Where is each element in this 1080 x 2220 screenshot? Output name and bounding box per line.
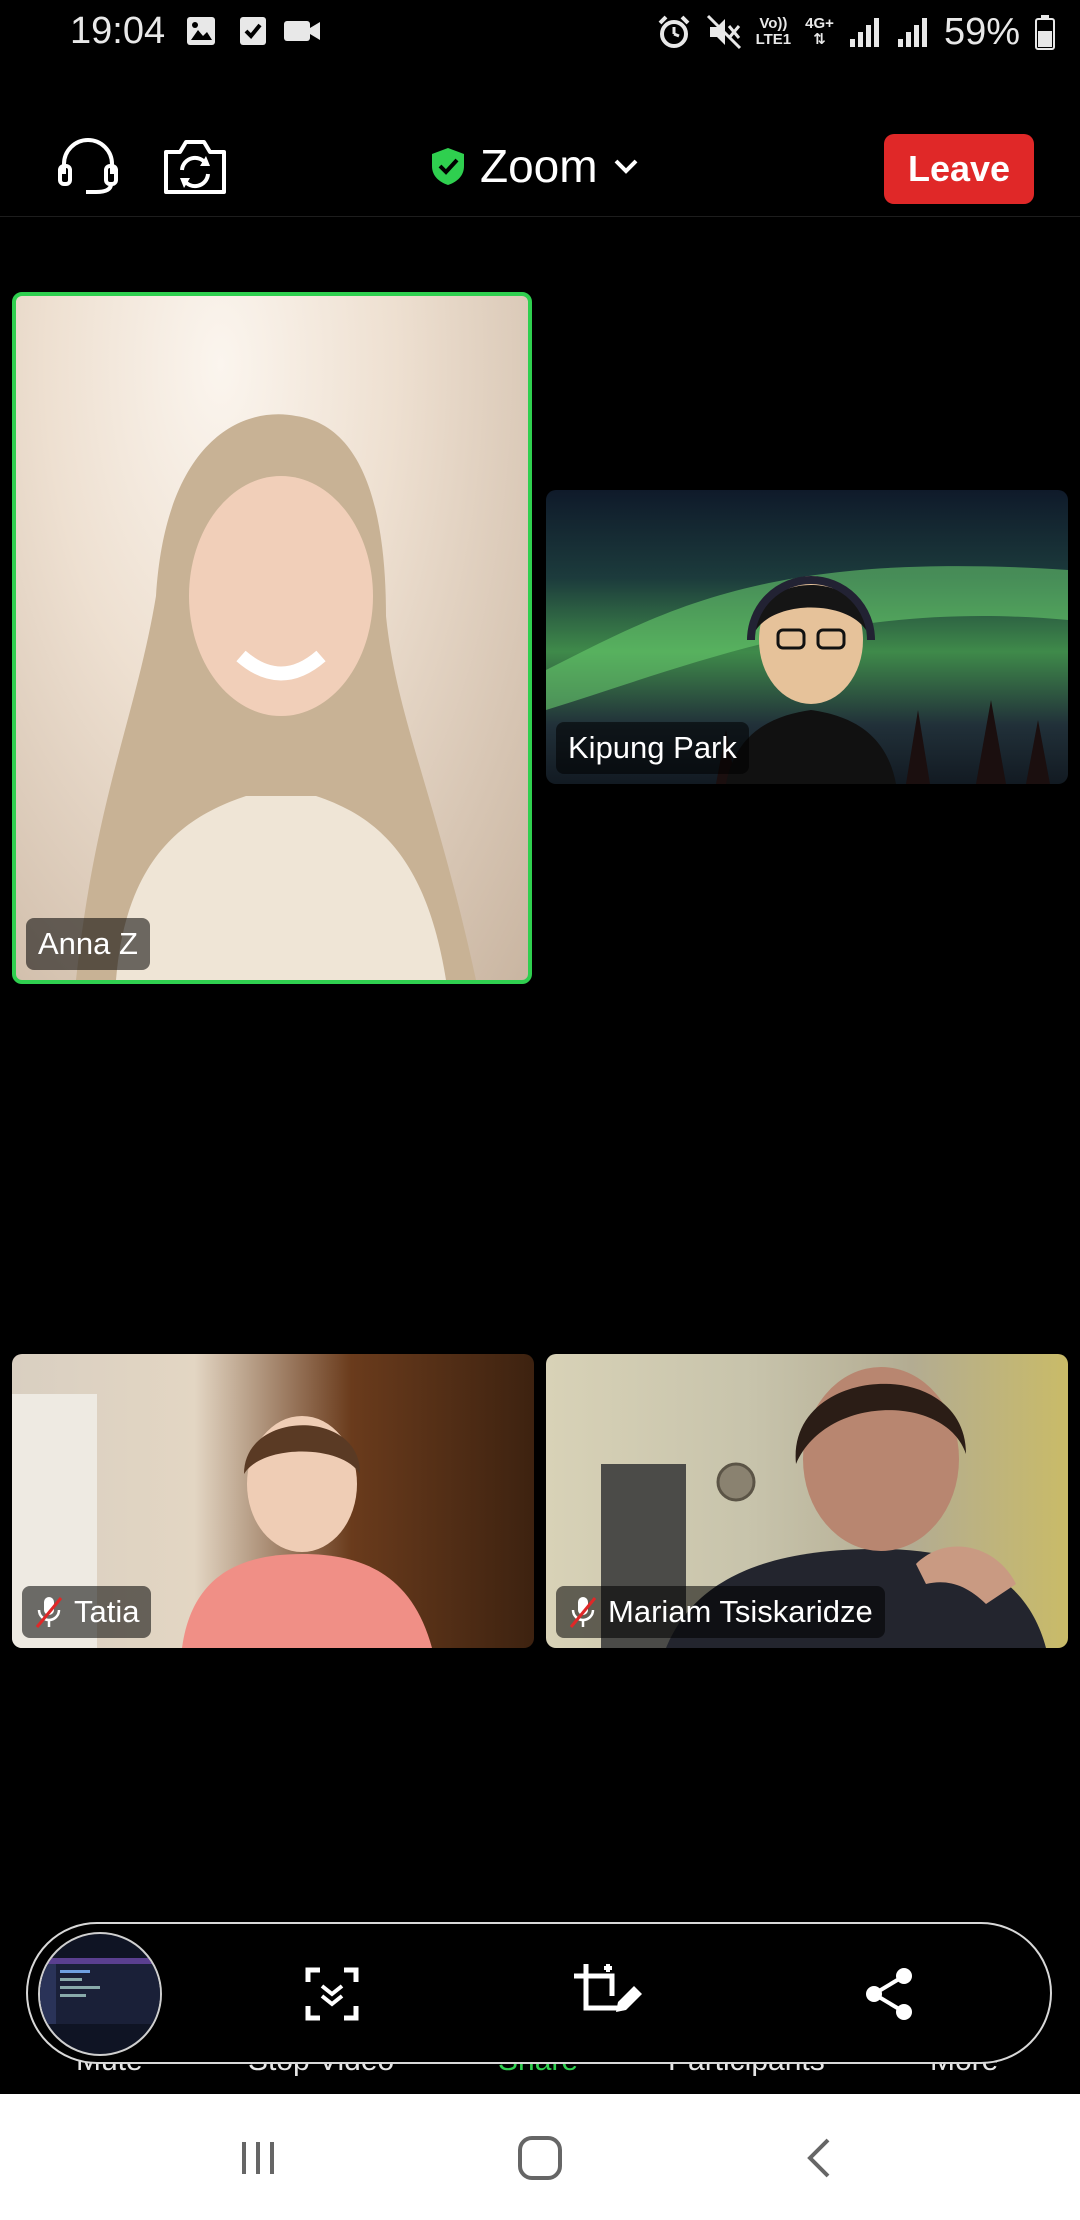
participant-video [76, 414, 476, 980]
capture-screen-button[interactable] [294, 1956, 370, 2032]
participant-name-tag: Mariam Tsiskaridze [556, 1586, 885, 1638]
home-button[interactable] [500, 2130, 580, 2186]
switch-camera-icon[interactable] [160, 134, 230, 198]
volte-label: Vo)) [759, 15, 788, 32]
video-notification-icon [284, 21, 320, 41]
meeting-title-dropdown[interactable]: Zoom [430, 140, 640, 192]
sound-muted-icon [706, 14, 741, 50]
signal-2-icon [897, 18, 927, 47]
audio-headset-icon[interactable] [56, 136, 120, 196]
meeting-top-bar: Zoom Leave [0, 110, 1080, 217]
chevron-down-icon [614, 159, 638, 174]
participant-name: Mariam Tsiskaridze [608, 1594, 873, 1629]
participant-name-tag: Kipung Park [556, 722, 749, 774]
status-time: 19:04 [70, 10, 166, 52]
system-navigation-bar [0, 2094, 1080, 2220]
video-tile-tatia[interactable]: Tatia [12, 1354, 534, 1648]
annotate-button[interactable] [570, 1956, 646, 2032]
network-type-indicator: 4G+ ⇅ [805, 16, 834, 48]
leave-button[interactable]: Leave [884, 134, 1034, 204]
mic-muted-icon [569, 1597, 597, 1628]
lte-label: LTE1 [755, 31, 792, 48]
video-tile-anna-z[interactable]: Anna Z [12, 292, 532, 984]
participant-name: Kipung Park [568, 730, 737, 765]
annotate-icon [574, 1964, 642, 2012]
data-arrows-icon: ⇅ [813, 31, 826, 48]
screen-share-controls [26, 1922, 1052, 2064]
signal-1-icon [849, 18, 879, 47]
gallery-notification-icon [187, 17, 215, 45]
alarm-icon [658, 15, 690, 48]
share-screen-link-button[interactable] [852, 1956, 928, 2032]
volte-indicator: Vo)) LTE1 [756, 16, 792, 48]
back-button[interactable] [780, 2130, 860, 2186]
recent-apps-button[interactable] [218, 2130, 298, 2186]
mic-muted-icon [35, 1597, 63, 1628]
participant-name: Anna Z [38, 926, 138, 961]
battery-percent: 59% [943, 10, 1020, 53]
status-bar: 19:04 Vo)) LTE1 4G+ ⇅ 59% [0, 0, 1080, 66]
back-chevron-icon [807, 2138, 830, 2178]
encryption-shield-icon [432, 148, 464, 185]
network-type-label: 4G+ [805, 15, 834, 32]
video-tile-mariam-tsiskaridze[interactable]: Mariam Tsiskaridze [546, 1354, 1068, 1648]
video-tile-kipung-park[interactable]: Kipung Park [546, 490, 1068, 784]
recent-apps-icon [242, 2142, 274, 2174]
meeting-title: Zoom [480, 140, 598, 192]
battery-icon [1035, 15, 1055, 50]
participant-name-tag: Tatia [22, 1586, 152, 1638]
screen-share-preview[interactable] [38, 1932, 162, 2056]
checkbox-notification-icon [240, 17, 266, 45]
capture-screen-icon [305, 1967, 359, 2021]
share-icon [866, 1968, 912, 2020]
participant-name-tag: Anna Z [26, 918, 150, 970]
home-icon [518, 2136, 562, 2180]
screen-preview-thumbnail [40, 1958, 160, 2024]
status-right-group: Vo)) LTE1 4G+ ⇅ 59% [656, 8, 1056, 56]
participant-name: Tatia [74, 1594, 140, 1629]
